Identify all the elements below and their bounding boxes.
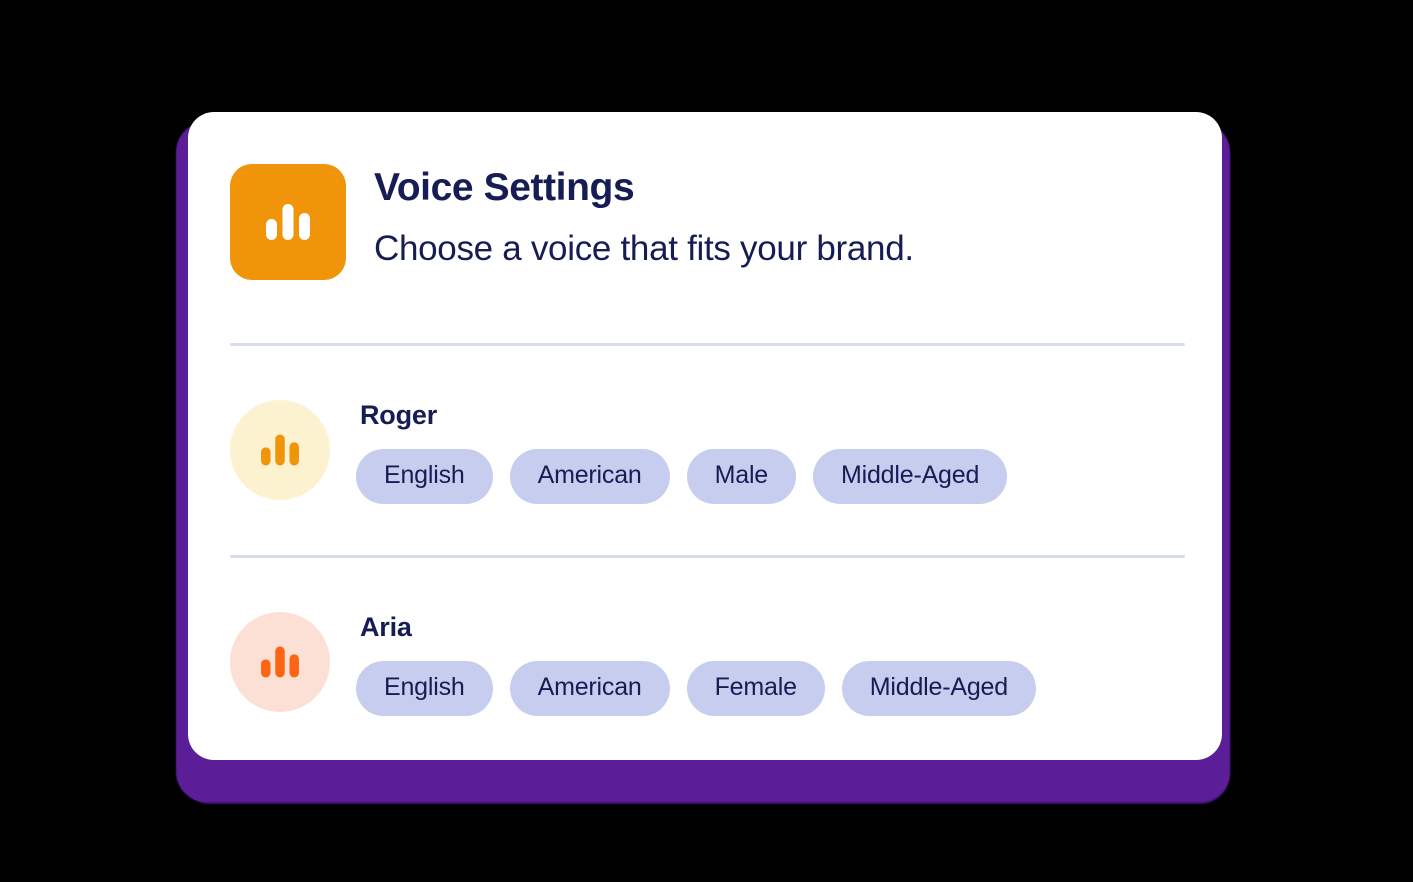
- screen: Voice Settings Choose a voice that fits …: [0, 0, 1413, 882]
- divider-between-voices: [230, 555, 1185, 558]
- page-subtitle: Choose a voice that fits your brand.: [374, 228, 914, 268]
- page-title: Voice Settings: [374, 166, 635, 209]
- voice-tag-language[interactable]: English: [356, 661, 493, 716]
- voice-row[interactable]: Roger English American Male Middle-Aged: [230, 400, 1008, 504]
- voice-tag-list: English American Female Middle-Aged: [356, 661, 1036, 716]
- voice-name: Roger: [360, 400, 438, 430]
- avatar: [230, 612, 330, 712]
- voice-body: Roger English American Male Middle-Aged: [356, 400, 1008, 504]
- voice-tag-age[interactable]: Middle-Aged: [841, 661, 1036, 716]
- voice-tag-language[interactable]: English: [356, 449, 493, 504]
- voice-tag-gender[interactable]: Male: [686, 449, 796, 504]
- card-header: Voice Settings Choose a voice that fits …: [230, 164, 914, 280]
- voice-tag-gender[interactable]: Female: [686, 661, 825, 716]
- divider-header: [230, 343, 1185, 346]
- audio-bars-icon: [230, 164, 346, 280]
- voice-tag-accent[interactable]: American: [509, 661, 670, 716]
- voice-body: Aria English American Female Middle-Aged: [356, 612, 1036, 716]
- voice-settings-card: Voice Settings Choose a voice that fits …: [188, 112, 1222, 760]
- voice-tag-list: English American Male Middle-Aged: [356, 449, 1008, 504]
- voice-row[interactable]: Aria English American Female Middle-Aged: [230, 612, 1036, 716]
- voice-tag-age[interactable]: Middle-Aged: [813, 449, 1008, 504]
- voice-tag-accent[interactable]: American: [509, 449, 670, 504]
- header-text-block: Voice Settings Choose a voice that fits …: [374, 164, 914, 268]
- avatar: [230, 400, 330, 500]
- voice-name: Aria: [360, 612, 412, 642]
